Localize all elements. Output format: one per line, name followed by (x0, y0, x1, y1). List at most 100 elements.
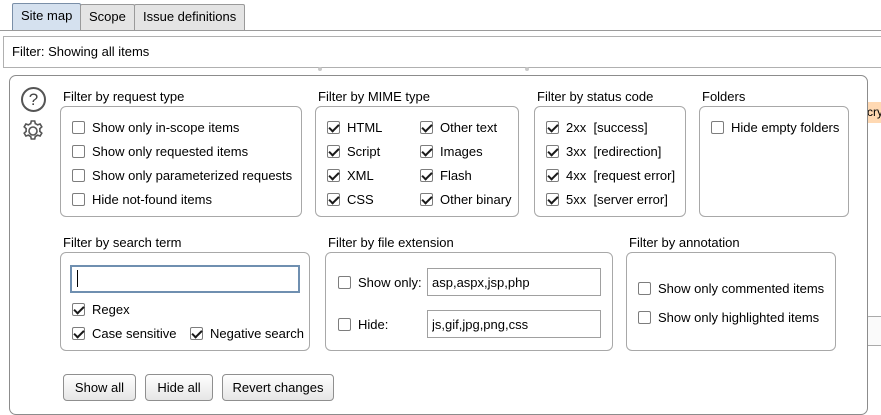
folders-title: Folders (702, 89, 746, 104)
option-label: Other text (440, 119, 498, 135)
option-label: Show only: (358, 274, 422, 290)
search-option-regex[interactable]: Regex (72, 300, 130, 318)
background-fragment: cry (866, 102, 881, 123)
option-label: 3xx [redirection] (566, 143, 662, 159)
option-label: Negative search (210, 325, 304, 341)
help-icon[interactable]: ? (21, 87, 46, 112)
request-type-option-hide-not-found[interactable]: Hide not-found items (72, 190, 212, 208)
show-all-button[interactable]: Show all (63, 374, 136, 401)
search-term-title: Filter by search term (63, 235, 182, 250)
annotation-option-commented[interactable]: Show only commented items (638, 279, 824, 297)
resize-grip-right (525, 67, 529, 71)
tab-issue-definitions[interactable]: Issue definitions (134, 4, 246, 30)
gear-icon[interactable] (20, 118, 46, 144)
checkbox[interactable] (420, 192, 433, 206)
option-label: 4xx [request error] (566, 167, 676, 183)
resize-grip-left (318, 67, 322, 71)
checkbox[interactable] (72, 302, 85, 316)
show-only-extensions-input[interactable] (427, 268, 601, 296)
background-tab-fragment (866, 316, 881, 346)
checkbox[interactable] (72, 144, 85, 158)
option-label: Hide: (358, 316, 389, 332)
checkbox[interactable] (327, 192, 340, 206)
mime-type-title: Filter by MIME type (318, 89, 430, 104)
option-label: Case sensitive (92, 325, 177, 341)
checkbox[interactable] (72, 120, 85, 134)
checkbox[interactable] (327, 168, 340, 182)
checkbox[interactable] (546, 144, 559, 158)
mime-option-flash[interactable]: Flash (420, 166, 472, 184)
checkbox[interactable] (711, 120, 724, 134)
option-label: Script (347, 143, 381, 159)
file-extension-title: Filter by file extension (328, 235, 454, 250)
option-label: 2xx [success] (566, 119, 648, 135)
option-label: Show only in-scope items (92, 119, 240, 135)
request-type-option-in-scope[interactable]: Show only in-scope items (72, 118, 239, 136)
option-label: Hide empty folders (731, 119, 840, 135)
option-label: Show only highlighted items (658, 309, 820, 325)
option-label: Regex (92, 301, 130, 317)
option-label: Show only commented items (658, 280, 825, 296)
option-label: XML (347, 167, 374, 183)
annotation-title: Filter by annotation (629, 235, 740, 250)
checkbox[interactable] (190, 326, 203, 340)
folders-option-hide-empty[interactable]: Hide empty folders (711, 118, 839, 136)
status-code-title: Filter by status code (537, 89, 654, 104)
checkbox[interactable] (638, 281, 651, 295)
mime-option-images[interactable]: Images (420, 142, 483, 160)
tab-site-map[interactable]: Site map (12, 3, 82, 31)
checkbox[interactable] (420, 120, 433, 134)
tab-bar: Site map Scope Issue definitions (0, 0, 881, 31)
option-label: Flash (440, 167, 472, 183)
option-label: Other binary (440, 191, 512, 207)
option-label: Images (440, 143, 483, 159)
mime-option-other-binary[interactable]: Other binary (420, 190, 512, 208)
option-label: HTML (347, 119, 383, 135)
option-label: Show only parameterized requests (92, 167, 293, 183)
checkbox[interactable] (546, 192, 559, 206)
hide-all-button[interactable]: Hide all (145, 374, 213, 401)
mime-option-script[interactable]: Script (327, 142, 380, 160)
option-label: 5xx [server error] (566, 191, 668, 207)
file-extension-show-only[interactable]: Show only: (338, 273, 422, 291)
annotation-group (626, 252, 836, 351)
checkbox[interactable] (72, 168, 85, 182)
option-label: CSS (347, 191, 374, 207)
search-term-input[interactable] (70, 265, 300, 293)
mime-option-other-text[interactable]: Other text (420, 118, 497, 136)
checkbox[interactable] (72, 326, 85, 340)
checkbox[interactable] (327, 120, 340, 134)
search-option-case-sensitive[interactable]: Case sensitive (72, 324, 177, 342)
checkbox[interactable] (546, 168, 559, 182)
annotation-option-highlighted[interactable]: Show only highlighted items (638, 308, 819, 326)
status-option-3xx[interactable]: 3xx [redirection] (546, 142, 661, 160)
status-option-5xx[interactable]: 5xx [server error] (546, 190, 668, 208)
mime-option-css[interactable]: CSS (327, 190, 374, 208)
tab-divider (0, 30, 881, 31)
checkbox[interactable] (420, 168, 433, 182)
hide-extensions-input[interactable] (427, 310, 601, 338)
request-type-option-parameterized[interactable]: Show only parameterized requests (72, 166, 292, 184)
tab-scope[interactable]: Scope (80, 4, 135, 30)
status-option-2xx[interactable]: 2xx [success] (546, 118, 648, 136)
mime-option-xml[interactable]: XML (327, 166, 374, 184)
option-label: Show only requested items (92, 143, 249, 159)
file-extension-hide[interactable]: Hide: (338, 315, 388, 333)
request-type-option-requested[interactable]: Show only requested items (72, 142, 248, 160)
checkbox[interactable] (338, 317, 351, 331)
request-type-title: Filter by request type (63, 89, 185, 104)
option-label: Hide not-found items (92, 191, 212, 207)
checkbox[interactable] (546, 120, 559, 134)
checkbox[interactable] (327, 144, 340, 158)
filter-bar-text: Filter: Showing all items (12, 44, 150, 59)
checkbox[interactable] (420, 144, 433, 158)
text-caret (77, 270, 78, 287)
status-option-4xx[interactable]: 4xx [request error] (546, 166, 675, 184)
revert-changes-button[interactable]: Revert changes (222, 374, 334, 401)
checkbox[interactable] (338, 275, 351, 289)
checkbox[interactable] (72, 192, 85, 206)
mime-option-html[interactable]: HTML (327, 118, 382, 136)
filter-bar[interactable]: Filter: Showing all items (3, 36, 881, 68)
search-option-negative[interactable]: Negative search (190, 324, 304, 342)
checkbox[interactable] (638, 310, 651, 324)
